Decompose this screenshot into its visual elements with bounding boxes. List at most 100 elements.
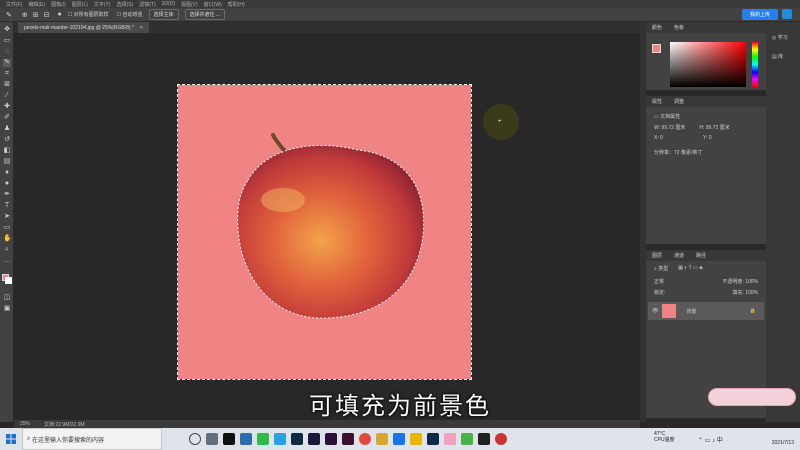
menu-layer[interactable]: 图层(L): [72, 1, 88, 8]
background-color-swatch[interactable]: [5, 277, 12, 284]
height-field[interactable]: H: 99.72 厘米: [699, 124, 729, 131]
after-effects-icon[interactable]: [290, 433, 303, 445]
cortana-icon[interactable]: [188, 433, 201, 445]
width-field[interactable]: W: 99.72 厘米: [654, 124, 685, 131]
app-icon-1[interactable]: [222, 433, 235, 445]
stamp-tool-icon[interactable]: ♟: [3, 125, 11, 133]
premiere-icon[interactable]: [324, 433, 337, 445]
frame-tool-icon[interactable]: ⊠: [3, 81, 11, 89]
lasso-tool-icon[interactable]: ◌: [3, 48, 11, 56]
blend-mode-select[interactable]: 正常: [654, 278, 664, 285]
hand-tool-icon[interactable]: ✋: [3, 235, 12, 243]
blur-tool-icon[interactable]: ♦: [3, 169, 11, 177]
menu-select[interactable]: 选择(S): [117, 1, 134, 8]
tab-adjustments[interactable]: 调整: [668, 98, 690, 105]
libraries-button[interactable]: ▤ 库: [772, 53, 794, 60]
zoom-level[interactable]: 25%: [20, 421, 30, 427]
menu-file[interactable]: 文件(F): [6, 1, 22, 8]
app-icon-6[interactable]: [443, 433, 456, 445]
tray-icons[interactable]: ⌃ ▭ ♪ 中: [698, 435, 723, 444]
quick-select-tool-icon[interactable]: ✎: [6, 11, 12, 19]
menu-window[interactable]: 窗口(W): [204, 1, 222, 8]
screen-mode-icon[interactable]: ▣: [3, 305, 11, 313]
menu-image[interactable]: 图像(I): [51, 1, 66, 8]
cloud-upload-button[interactable]: 我的上传: [742, 9, 778, 20]
filter-icons[interactable]: ▦ ◐ T ▭ ◈: [678, 265, 703, 272]
opacity-field[interactable]: 不透明度: 100%: [722, 278, 758, 285]
auto-enhance-label: 自动增强: [122, 12, 143, 18]
task-view-icon[interactable]: [205, 433, 218, 445]
tab-channels[interactable]: 通道: [668, 252, 690, 259]
move-tool-icon[interactable]: ✥: [3, 26, 11, 34]
adobe-icon[interactable]: [341, 433, 354, 445]
tab-paths[interactable]: 路径: [690, 252, 712, 259]
crop-tool-icon[interactable]: ⌗: [3, 70, 11, 78]
auto-enhance-checkbox[interactable]: ☐ 自动增强: [117, 11, 143, 18]
brush-size-icon[interactable]: ●: [58, 11, 62, 18]
tab-swatches[interactable]: 色板: [668, 24, 690, 31]
tab-color[interactable]: 颜色: [646, 24, 668, 31]
eyedropper-tool-icon[interactable]: ⁄: [3, 92, 11, 100]
app-icon-3[interactable]: [273, 433, 286, 445]
zoom-tool-icon[interactable]: ⌕: [3, 246, 11, 254]
tab-layers[interactable]: 图层: [646, 252, 668, 259]
folder-icon[interactable]: [375, 433, 388, 445]
app-icon-4[interactable]: [392, 433, 405, 445]
select-subject-button[interactable]: 选择主体: [148, 9, 179, 20]
history-brush-icon[interactable]: ↺: [3, 136, 11, 144]
taskbar-search-input[interactable]: ⌕ 在这里输入你要搜索的内容: [22, 428, 162, 450]
panel-foreground-swatch[interactable]: [652, 44, 661, 53]
menu-help[interactable]: 帮助(H): [228, 1, 245, 8]
select-and-mask-button[interactable]: 选择并遮住 ...: [184, 9, 226, 20]
dodge-tool-icon[interactable]: ●: [3, 180, 11, 188]
cpu-temp-widget[interactable]: 47°C CPU温度: [654, 431, 675, 443]
menu-type[interactable]: 文字(Y): [94, 1, 111, 8]
brush-add-icon[interactable]: ⊞: [33, 11, 39, 19]
photoshop-icon[interactable]: [426, 433, 439, 445]
wechat-icon[interactable]: [256, 433, 269, 445]
more-tools-icon[interactable]: …: [3, 257, 11, 265]
account-icon[interactable]: [782, 9, 792, 19]
gradient-tool-icon[interactable]: ▤: [3, 158, 11, 166]
healing-tool-icon[interactable]: ✚: [3, 103, 11, 111]
tab-properties[interactable]: 属性: [646, 98, 668, 105]
chrome-icon[interactable]: [358, 433, 371, 445]
fill-field[interactable]: 填充: 100%: [732, 289, 758, 296]
menu-filter[interactable]: 滤镜(T): [139, 1, 155, 8]
app-icon-2[interactable]: [239, 433, 252, 445]
document-tab[interactable]: pexels-mali-maeder-102104.jpg @ 25%(RGB/…: [18, 22, 149, 33]
menu-view[interactable]: 视图(V): [181, 1, 198, 8]
app-icon-8[interactable]: [477, 433, 490, 445]
audition-icon[interactable]: [307, 433, 320, 445]
layer-row-background[interactable]: 👁 背景 🔒: [648, 302, 764, 320]
shape-tool-icon[interactable]: ▭: [3, 224, 11, 232]
sample-all-checkbox[interactable]: ☐ 对所有图层取样: [68, 11, 109, 18]
y-field[interactable]: Y: 0: [703, 135, 712, 141]
marquee-tool-icon[interactable]: ▭: [3, 37, 11, 45]
color-field[interactable]: [670, 42, 746, 87]
app-icon-9[interactable]: [494, 433, 507, 445]
hue-slider[interactable]: [752, 42, 758, 87]
pen-tool-icon[interactable]: ✒: [3, 191, 11, 199]
taskbar-date[interactable]: 2021/7/13: [772, 440, 794, 446]
path-select-icon[interactable]: ➤: [3, 213, 11, 221]
learn-button[interactable]: ◎ 学习: [772, 34, 794, 41]
brush-subtract-icon[interactable]: ⊟: [44, 11, 50, 19]
eraser-tool-icon[interactable]: ◧: [3, 147, 11, 155]
visibility-eye-icon[interactable]: 👁: [652, 308, 658, 314]
menu-3d[interactable]: 3D(D): [162, 1, 175, 7]
app-icon-7[interactable]: [460, 433, 473, 445]
type-tool-icon[interactable]: T: [3, 202, 11, 210]
windows-start-icon[interactable]: [0, 428, 22, 450]
brush-new-icon[interactable]: ⊕: [22, 11, 28, 19]
quick-mask-icon[interactable]: ◫: [3, 294, 11, 302]
x-field[interactable]: X: 0: [654, 135, 663, 141]
overlay-toolbar[interactable]: [708, 388, 796, 406]
document-tab-title: pexels-mali-maeder-102104.jpg @ 25%(RGB/…: [24, 24, 134, 31]
app-icon-5[interactable]: [409, 433, 422, 445]
menu-edit[interactable]: 编辑(E): [28, 1, 45, 8]
close-tab-icon[interactable]: ×: [140, 25, 143, 31]
quick-selection-tool-icon[interactable]: ✎: [3, 59, 11, 67]
brush-tool-icon[interactable]: ✐: [3, 114, 11, 122]
layer-filter-icon[interactable]: ⌕ 类型: [654, 265, 668, 272]
